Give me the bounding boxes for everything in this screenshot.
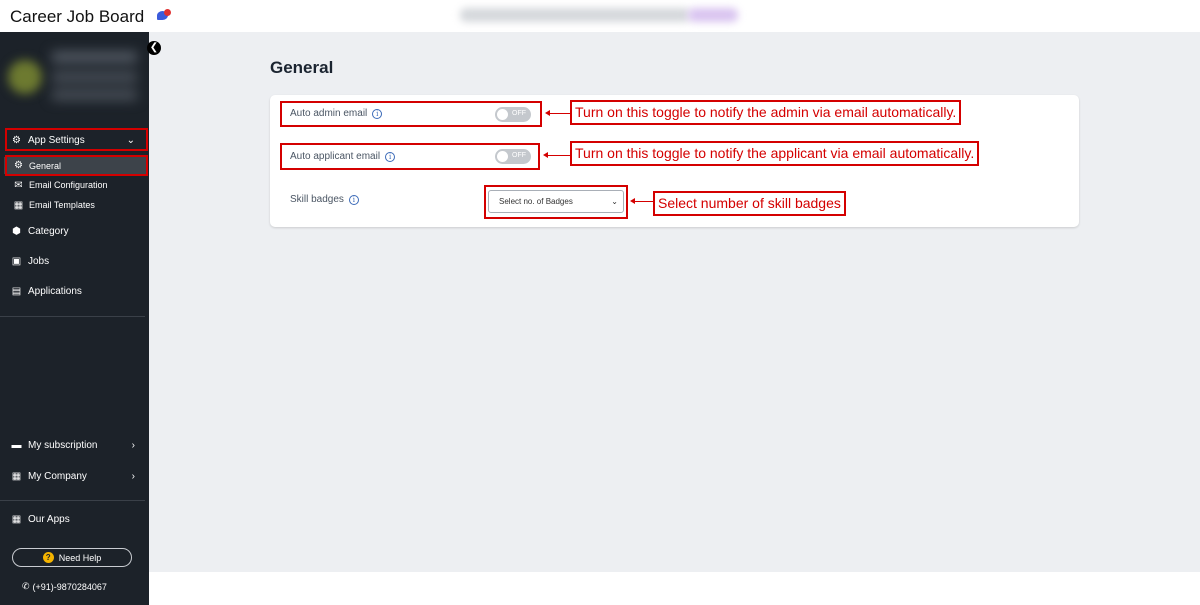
id-card-icon: ▦ xyxy=(13,199,24,211)
sidebar-item-jobs[interactable]: ▣ Jobs xyxy=(0,253,149,269)
sidebar-item-category[interactable]: ⬢ Category xyxy=(0,223,149,239)
sidebar-item-our-apps[interactable]: ▦ Our Apps xyxy=(0,511,149,527)
annotation-callout-applicant: Turn on this toggle to notify the applic… xyxy=(570,141,980,166)
document-icon: ▤ xyxy=(11,285,22,297)
sidebar-item-label: Applications xyxy=(28,285,82,297)
chevron-right-icon: › xyxy=(131,439,135,451)
annotation-arrow-line xyxy=(634,201,653,202)
sidebar-item-my-company[interactable]: ▦ My Company › xyxy=(0,468,149,484)
sidebar-item-email-templates[interactable]: ▦ Email Templates xyxy=(0,198,149,212)
sidebar-item-label: Our Apps xyxy=(28,513,70,525)
info-icon[interactable]: i xyxy=(348,194,359,205)
notification-dot xyxy=(164,9,171,16)
building-card-icon: ▦ xyxy=(11,470,22,482)
sidebar-item-label: My Company xyxy=(28,470,87,482)
sidebar-item-label: Category xyxy=(28,225,69,237)
credit-card-icon: ▬ xyxy=(11,439,22,451)
support-phone: ✆ (+91)-9870284067 xyxy=(22,581,107,592)
sidebar-item-label: Jobs xyxy=(28,255,50,267)
sidebar-divider xyxy=(0,316,145,317)
grid-icon: ▦ xyxy=(11,513,22,525)
page-title: General xyxy=(270,58,334,77)
blurred-header-info xyxy=(460,8,690,22)
skill-badges-label: Skill badges i xyxy=(290,194,359,205)
sidebar-divider xyxy=(0,500,145,501)
blurred-user-info xyxy=(52,52,137,102)
annotation-highlight-auto-admin xyxy=(280,101,542,127)
annotation-callout-admin: Turn on this toggle to notify the admin … xyxy=(570,100,962,125)
phone-number: (+91)-9870284067 xyxy=(32,581,107,592)
question-icon: ? xyxy=(42,552,54,563)
phone-icon: ✆ xyxy=(22,581,30,591)
blurred-header-badge xyxy=(688,8,738,22)
annotation-highlight-general xyxy=(5,155,148,176)
annotation-highlight-skill-badges xyxy=(484,185,628,219)
app-title: Career Job Board xyxy=(10,7,145,26)
sidebar-item-label: Email Templates xyxy=(29,200,95,210)
briefcase-icon: ▣ xyxy=(11,255,22,267)
annotation-arrow-line xyxy=(549,113,570,114)
collapse-sidebar-icon[interactable]: ❮ xyxy=(147,41,161,55)
annotation-highlight-app-settings xyxy=(5,128,148,151)
top-bar: Career Job Board xyxy=(0,0,1200,32)
avatar xyxy=(8,60,42,94)
sidebar-item-label: My subscription xyxy=(28,439,98,451)
chevron-right-icon: › xyxy=(131,470,135,482)
field-label-text: Skill badges xyxy=(290,194,344,205)
annotation-callout-badges: Select number of skill badges xyxy=(653,191,846,216)
annotation-arrow-line xyxy=(547,155,570,156)
annotation-highlight-auto-applicant xyxy=(280,143,540,170)
footer-area xyxy=(149,572,1200,605)
sidebar-item-my-subscription[interactable]: ▬ My subscription › xyxy=(0,437,149,453)
need-help-button[interactable]: ? Need Help xyxy=(12,548,132,567)
sidebar-item-label: Email Configuration xyxy=(29,180,108,190)
chat-notification-icon[interactable] xyxy=(157,9,171,22)
sidebar-item-applications[interactable]: ▤ Applications xyxy=(0,283,149,299)
sidebar-item-email-configuration[interactable]: ✉ Email Configuration xyxy=(0,178,149,192)
envelope-icon: ✉ xyxy=(14,179,23,191)
need-help-label: Need Help xyxy=(58,552,102,563)
cube-icon: ⬢ xyxy=(12,225,21,237)
